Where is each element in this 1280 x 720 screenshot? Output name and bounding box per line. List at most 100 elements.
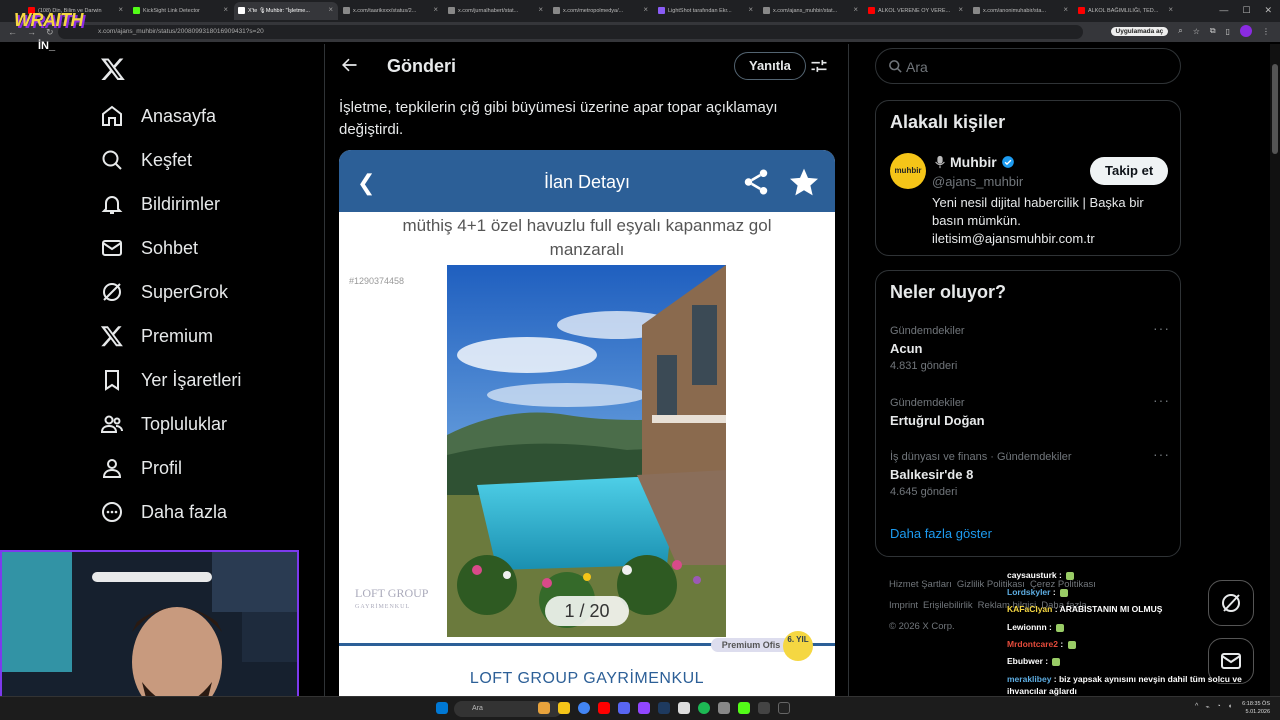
chrome-icon[interactable] <box>578 702 590 714</box>
reply-button[interactable]: Yanıtla <box>734 52 806 80</box>
browser-tab[interactable]: x.com/taarikxxx/status/2... × <box>339 2 443 20</box>
x-logo-icon[interactable] <box>100 56 126 82</box>
app-icon[interactable] <box>658 702 670 714</box>
sidebar-icon[interactable]: ▯ <box>1226 27 1230 36</box>
url-field[interactable]: x.com/ajans_muhbir/status/20080993180169… <box>58 25 1083 39</box>
chat-username: meraklibey <box>1007 674 1052 684</box>
profile-avatar[interactable] <box>1240 25 1252 37</box>
discord-icon[interactable] <box>618 702 630 714</box>
browser-tab[interactable]: ALKOL BAĞIMLILIĞI, TED... × <box>1074 2 1178 20</box>
browser-tab[interactable]: x.com/anonimuhabir/sta... × <box>969 2 1073 20</box>
nav-item-yer-i-aretleri[interactable]: Yer İşaretleri <box>100 360 241 400</box>
grok-button[interactable] <box>1208 580 1254 626</box>
trend-item[interactable]: Gündemdekiler Acun 4.831 gönderi ··· <box>890 320 1170 374</box>
trend-name: Ertuğrul Doğan <box>890 413 985 428</box>
extensions-icon[interactable]: ⧉ <box>1210 26 1216 36</box>
chat-separator: : <box>1056 570 1065 580</box>
taskbar-apps <box>538 702 790 714</box>
grok-icon <box>100 280 124 304</box>
kick-icon[interactable] <box>738 702 750 714</box>
chat-separator: : <box>1058 639 1066 649</box>
app-icon[interactable] <box>758 702 770 714</box>
scrollbar[interactable] <box>1270 44 1280 696</box>
follow-button[interactable]: Takip et <box>1090 157 1169 185</box>
tab-close-icon[interactable]: × <box>538 5 543 14</box>
nav-item-sohbet[interactable]: Sohbet <box>100 228 198 268</box>
footer-link[interactable]: Imprint <box>889 600 918 611</box>
nav-item-anasayfa[interactable]: Anasayfa <box>100 96 216 136</box>
account-handle[interactable]: @ajans_muhbir <box>932 174 1023 189</box>
youtube-icon[interactable] <box>598 702 610 714</box>
more-options-icon[interactable]: ··· <box>1153 320 1170 336</box>
tab-close-icon[interactable]: × <box>853 5 858 14</box>
tab-close-icon[interactable]: × <box>223 5 228 14</box>
app-icon[interactable] <box>678 702 690 714</box>
show-more-link[interactable]: Daha fazla göster <box>890 526 992 541</box>
app-icon[interactable] <box>718 702 730 714</box>
footer-link[interactable]: Erişilebilirlik <box>923 600 973 611</box>
close-icon[interactable]: ✕ <box>1264 5 1272 16</box>
back-arrow-icon[interactable] <box>339 55 359 75</box>
trend-name: Acun <box>890 341 923 356</box>
nav-item-profil[interactable]: Profil <box>100 448 182 488</box>
browser-tab[interactable]: LightShot tarafından Ekr... × <box>654 2 758 20</box>
browser-tab[interactable]: x.com/jurnalhabert/stat... × <box>444 2 548 20</box>
wifi-icon[interactable]: ◔ <box>1217 703 1221 711</box>
browser-tab[interactable]: X'te 🎙Muhbir: "İşletme... × <box>234 2 338 20</box>
tab-close-icon[interactable]: × <box>328 5 333 14</box>
network-icon[interactable]: ⌁ <box>1205 703 1209 711</box>
search-icon <box>100 148 124 172</box>
more-options-icon[interactable]: ··· <box>1153 392 1170 408</box>
start-icon[interactable] <box>436 702 448 714</box>
tab-close-icon[interactable]: × <box>958 5 963 14</box>
zoom-icon[interactable]: ⌕ <box>1178 26 1182 36</box>
trend-item[interactable]: İş dünyası ve finans · Gündemdekiler Balı… <box>890 446 1170 500</box>
obs-icon[interactable] <box>778 702 790 714</box>
scrollbar-thumb[interactable] <box>1272 64 1278 154</box>
menu-icon[interactable]: ⋮ <box>1262 27 1270 36</box>
nav-item-supergrok[interactable]: SuperGrok <box>100 272 228 312</box>
twitch-icon[interactable] <box>638 702 650 714</box>
chevron-up-icon[interactable]: ^ <box>1195 703 1198 711</box>
more-options-icon[interactable]: ··· <box>1153 446 1170 462</box>
tab-label: ALKOL BAĞIMLILIĞI, TED... <box>1088 8 1159 14</box>
browser-tab[interactable]: x.com/ajans_muhbir/stat... × <box>759 2 863 20</box>
nav-item-topluluklar[interactable]: Topluluklar <box>100 404 227 444</box>
browser-tab[interactable]: KickSight Link Detector × <box>129 2 233 20</box>
taskbar-clock[interactable]: 6:18:35 ÖS 5.01.2026 <box>1242 700 1270 716</box>
tune-icon[interactable] <box>809 56 829 76</box>
spotify-icon[interactable] <box>698 702 710 714</box>
x-icon <box>100 324 124 348</box>
post-image[interactable]: ❮ İlan Detayı müthiş 4+1 özel havuzlu fu… <box>339 150 835 720</box>
tab-close-icon[interactable]: × <box>643 5 648 14</box>
minimize-icon[interactable]: — <box>1219 5 1228 16</box>
tab-close-icon[interactable]: × <box>1063 5 1068 14</box>
bookmark-star-icon[interactable]: ☆ <box>1193 27 1200 36</box>
taskbar-app-icon[interactable] <box>538 702 550 714</box>
tab-close-icon[interactable]: × <box>118 5 123 14</box>
tab-close-icon[interactable]: × <box>748 5 753 14</box>
tab-favicon-icon <box>553 7 560 14</box>
nav-item-daha-fazla[interactable]: Daha fazla <box>100 492 227 532</box>
volume-icon[interactable]: ◖ <box>1228 703 1232 711</box>
nav-item-ke-fet[interactable]: Keşfet <box>100 140 192 180</box>
tab-close-icon[interactable]: × <box>1168 5 1173 14</box>
post-text: İşletme, tepkilerin çığ gibi büyümesi üz… <box>339 99 778 138</box>
tab-favicon-icon <box>343 7 350 14</box>
folder-icon[interactable] <box>558 702 570 714</box>
trend-item[interactable]: Gündemdekiler Ertuğrul Doğan ··· <box>890 392 1170 431</box>
maximize-icon[interactable]: ☐ <box>1242 5 1250 16</box>
avatar[interactable]: muhbir <box>890 153 926 189</box>
account-name[interactable]: Muhbir <box>934 154 1015 170</box>
nav-item-bildirimler[interactable]: Bildirimler <box>100 184 220 224</box>
browser-tab[interactable]: ALKOL VERENE OY VERE... × <box>864 2 968 20</box>
system-tray: ^ ⌁ ◔ ◖ <box>1195 703 1232 711</box>
open-in-app-button[interactable]: Uygulamada aç <box>1110 26 1169 36</box>
search-input[interactable]: Ara <box>875 48 1181 84</box>
tab-close-icon[interactable]: × <box>433 5 438 14</box>
chat-username: KAFaCIyan <box>1007 604 1053 614</box>
nav-item-premium[interactable]: Premium <box>100 316 213 356</box>
search-icon <box>889 60 902 73</box>
footer-link[interactable]: Hizmet Şartları <box>889 579 952 590</box>
browser-tab[interactable]: x.com/metropolmedya/... × <box>549 2 653 20</box>
